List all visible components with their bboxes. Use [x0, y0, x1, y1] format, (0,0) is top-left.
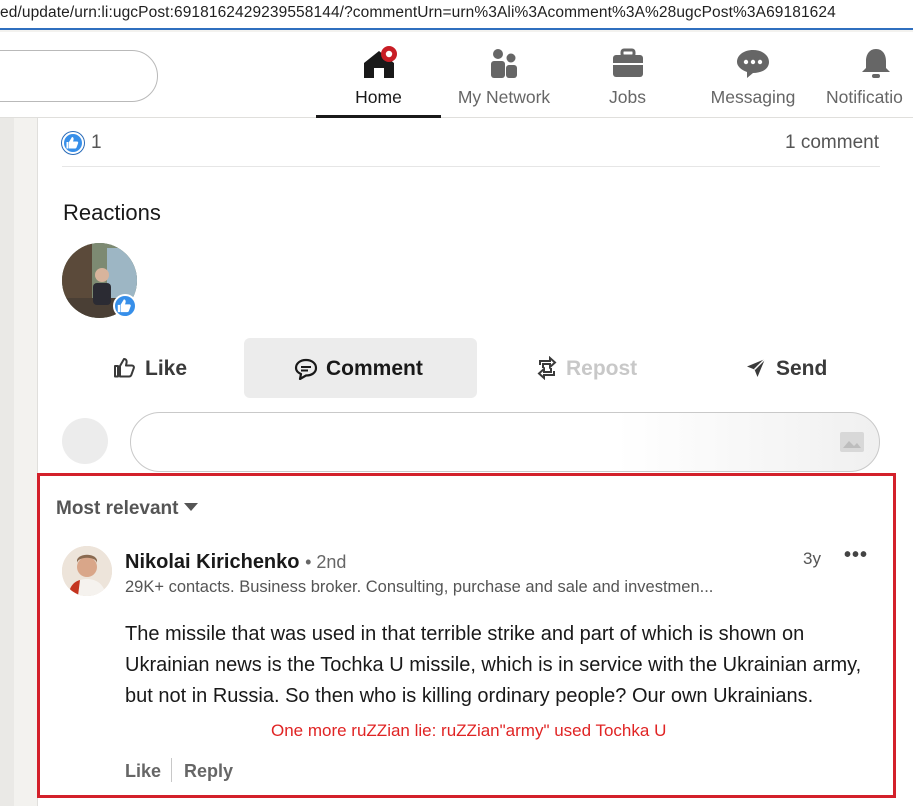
- nav-jobs[interactable]: Jobs: [580, 32, 675, 118]
- comment-input[interactable]: [130, 412, 880, 472]
- repost-button-label: Repost: [566, 357, 638, 380]
- nav-messaging-label: Messaging: [710, 87, 796, 107]
- like-button-label: Like: [145, 357, 188, 380]
- comment-icon: [294, 358, 318, 386]
- like-button[interactable]: Like: [100, 338, 210, 398]
- url-text: ed/update/urn:li:ugcPost:691816242923955…: [0, 4, 836, 21]
- address-bar[interactable]: ed/update/urn:li:ugcPost:691816242923955…: [0, 0, 913, 30]
- nav-notifications-label: Notificatio: [826, 87, 903, 107]
- repost-icon: [535, 355, 559, 386]
- reactions-heading: Reactions: [63, 200, 161, 225]
- thumbs-up-icon: [113, 356, 137, 386]
- reaction-count[interactable]: 1: [91, 132, 102, 154]
- top-navigation: Home My Network Jobs Messaging Notificat…: [0, 32, 913, 118]
- send-button-label: Send: [776, 357, 828, 380]
- network-icon: [486, 46, 522, 80]
- connection-degree: • 2nd: [305, 552, 347, 572]
- messaging-icon: [735, 46, 771, 80]
- send-icon: [744, 356, 768, 386]
- comment-button[interactable]: Comment: [244, 338, 477, 398]
- nav-jobs-label: Jobs: [609, 87, 646, 107]
- comment-count[interactable]: 1 comment: [785, 132, 879, 154]
- more-options-icon[interactable]: •••: [844, 544, 868, 567]
- home-icon: [361, 46, 397, 80]
- bell-icon: [858, 46, 894, 80]
- commenter-avatar[interactable]: [62, 546, 112, 596]
- send-button[interactable]: Send: [732, 338, 842, 398]
- commenter-name-text: Nikolai Kirichenko: [125, 551, 300, 573]
- nav-home-label: Home: [355, 87, 402, 107]
- sort-dropdown[interactable]: Most relevant: [56, 498, 199, 520]
- nav-messaging[interactable]: Messaging: [702, 32, 804, 118]
- caret-down-icon: [184, 503, 199, 511]
- divider: [62, 166, 880, 167]
- current-user-avatar: [62, 418, 108, 464]
- nav-my-network[interactable]: My Network: [445, 32, 563, 118]
- action-separator: [171, 758, 172, 782]
- comment-like-button[interactable]: Like: [125, 761, 161, 782]
- image-icon[interactable]: [839, 431, 865, 458]
- comment-button-label: Comment: [326, 357, 423, 380]
- nav-my-network-label: My Network: [457, 87, 551, 107]
- comment-timestamp: 3y: [803, 549, 821, 568]
- sort-dropdown-label: Most relevant: [56, 498, 179, 519]
- comment-reply-button[interactable]: Reply: [184, 761, 233, 782]
- left-sidebar-edge: [0, 118, 14, 806]
- nav-notifications[interactable]: Notificatio: [824, 32, 913, 118]
- commenter-name[interactable]: Nikolai Kirichenko • 2nd: [125, 551, 346, 574]
- commenter-headline: 29K+ contacts. Business broker. Consulti…: [125, 578, 714, 596]
- like-reaction-icon: [62, 132, 84, 154]
- repost-button[interactable]: Repost: [528, 338, 648, 398]
- search-input[interactable]: [0, 50, 158, 102]
- annotation-text: One more ruZZian lie: ruZZian"army" used…: [271, 721, 667, 740]
- nav-home[interactable]: Home: [316, 32, 441, 118]
- comment-text: The missile that was used in that terrib…: [125, 623, 862, 707]
- briefcase-icon: [610, 46, 646, 80]
- like-reaction-icon: [113, 294, 137, 318]
